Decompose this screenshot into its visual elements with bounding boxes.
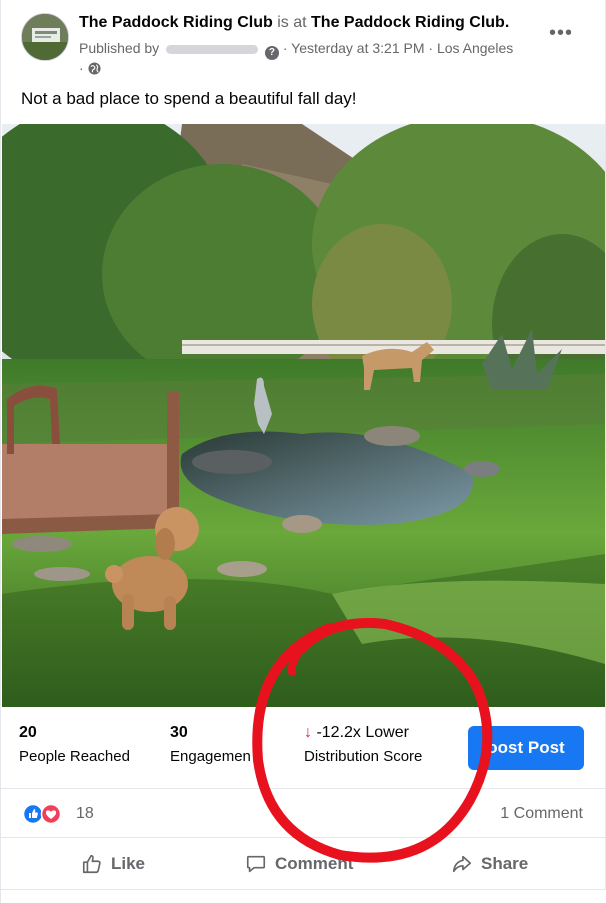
location-link[interactable]: The Paddock Riding Club <box>311 14 505 31</box>
distribution-value: -12.2x Lower <box>316 724 409 741</box>
reaction-icons[interactable] <box>22 803 67 825</box>
post-header: The Paddock Riding Club is at The Paddoc… <box>1 0 606 84</box>
comment-label: Comment <box>275 854 354 873</box>
page-name-link[interactable]: The Paddock Riding Club <box>79 14 273 31</box>
distribution-label[interactable]: Distribution Score <box>304 748 422 765</box>
globe-icon[interactable] <box>88 62 101 75</box>
post-actions: Like Comment Share <box>1 839 606 889</box>
post-city[interactable]: Los Angeles <box>437 40 513 56</box>
redacted-name <box>166 44 259 54</box>
post-photo[interactable] <box>2 124 605 707</box>
down-arrow-icon: ↓ <box>304 724 312 741</box>
post-meta: Published by ? · Yesterday at 3:21 PM · … <box>79 40 514 60</box>
engagements-label[interactable]: Engagemen <box>170 748 251 765</box>
boost-post-button[interactable]: oost Post <box>468 726 584 770</box>
post-card: The Paddock Riding Club is at The Paddoc… <box>0 0 606 903</box>
is-at-text: is at <box>277 14 307 31</box>
author-line: The Paddock Riding Club is at The Paddoc… <box>79 14 510 31</box>
engagements-value: 30 <box>170 724 188 741</box>
like-label: Like <box>111 854 146 873</box>
insights-bar: 20 People Reached 30 Engagemen ↓ -12.2x … <box>1 707 606 789</box>
thumbs-up-icon <box>82 854 101 874</box>
people-reached-label[interactable]: People Reached <box>19 748 130 765</box>
like-button[interactable]: Like <box>81 853 145 875</box>
page-avatar[interactable] <box>21 13 69 61</box>
people-reached-value: 20 <box>19 724 37 741</box>
comment-button[interactable]: Comment <box>245 853 353 875</box>
published-by-label: Published by <box>79 40 160 56</box>
share-icon <box>452 855 472 873</box>
share-button[interactable]: Share <box>451 853 528 875</box>
comment-count[interactable]: 1 Comment <box>500 805 583 823</box>
help-icon[interactable]: ? <box>264 46 279 60</box>
card-bottom-divider <box>1 889 606 903</box>
reactions-row: 18 1 Comment <box>1 790 606 838</box>
share-label: Share <box>481 854 529 873</box>
post-text: Not a bad place to spend a beautiful fal… <box>21 89 357 108</box>
comment-icon <box>246 855 266 873</box>
post-timestamp[interactable]: Yesterday at 3:21 PM <box>291 40 424 56</box>
reaction-count[interactable]: 18 <box>76 805 94 823</box>
privacy-line: · <box>79 60 101 76</box>
distribution-value-row: ↓ -12.2x Lower <box>304 724 409 742</box>
more-options-button[interactable]: ••• <box>549 22 573 45</box>
